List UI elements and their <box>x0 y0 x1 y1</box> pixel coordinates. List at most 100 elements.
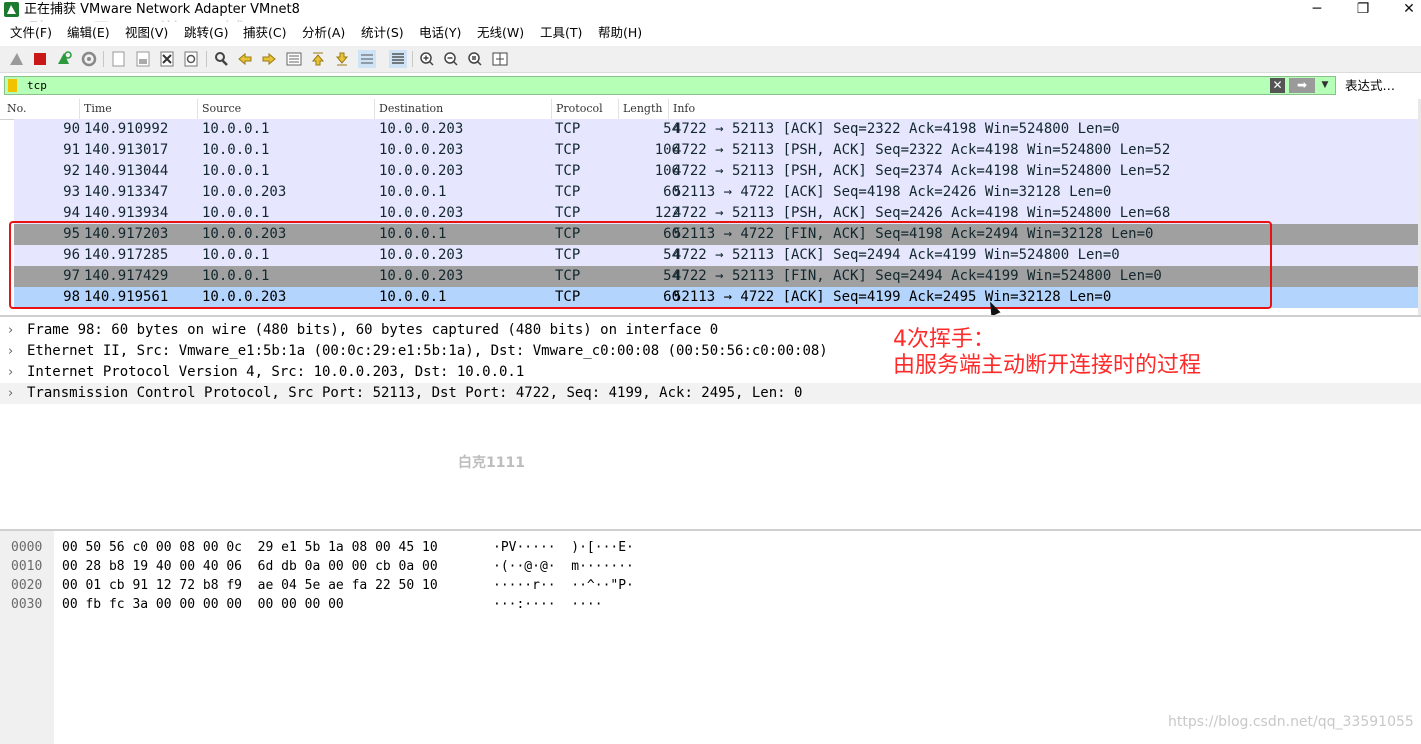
open-file-icon[interactable] <box>110 50 128 68</box>
filter-text[interactable]: tcp <box>27 79 47 93</box>
chevron-down-icon[interactable]: ▼ <box>1318 78 1332 93</box>
colorize-icon[interactable] <box>389 50 407 68</box>
column-header-time[interactable]: Time <box>84 102 112 116</box>
highlight-box <box>9 221 1272 309</box>
bookmark-icon[interactable] <box>8 79 17 92</box>
stop-icon[interactable] <box>31 50 49 68</box>
packet-cell-proto: TCP <box>555 121 581 137</box>
packet-cell-time: 140.913347 <box>84 184 169 200</box>
close-button[interactable]: ✕ <box>1386 0 1421 20</box>
last-packet-icon[interactable] <box>333 50 351 68</box>
toolbar-separator <box>206 51 207 67</box>
clear-filter-icon[interactable]: ✕ <box>1270 78 1285 93</box>
packet-cell-info: 4722 → 52113 [ACK] Seq=2322 Ack=4198 Win… <box>673 121 1120 137</box>
restart-icon[interactable] <box>55 50 73 68</box>
detail-row-ethernet[interactable]: › Ethernet II, Src: Vmware_e1:5b:1a (00:… <box>0 341 1421 362</box>
detail-row-frame[interactable]: › Frame 98: 60 bytes on wire (480 bits),… <box>0 320 1421 341</box>
toolbar-separator <box>103 51 104 67</box>
packet-cell-proto: TCP <box>555 163 581 179</box>
column-header-protocol[interactable]: Protocol <box>556 102 603 116</box>
menu-view[interactable]: 视图(V) <box>125 25 168 41</box>
csdn-watermark: https://blog.csdn.net/qq_33591055 <box>1168 714 1414 730</box>
packet-row[interactable]: 92 140.913044 10.0.0.1 10.0.0.203 TCP 106 4722… <box>14 161 1419 182</box>
wireshark-logo-icon <box>4 2 19 17</box>
restore-button[interactable]: ❐ <box>1340 0 1386 20</box>
packet-details-pane: › Frame 98: 60 bytes on wire (480 bits),… <box>0 315 1421 529</box>
annotation-title: 4次挥手： <box>893 327 995 352</box>
bytes-row: 0030 00 fb fc 3a 00 00 00 00 00 00 00 00… <box>11 597 603 612</box>
packet-cell-src: 10.0.0.1 <box>202 205 270 221</box>
packet-cell-time: 140.913934 <box>84 205 169 221</box>
expression-button[interactable]: 表达式… <box>1345 78 1395 94</box>
column-header-source[interactable]: Source <box>202 102 241 116</box>
packet-cell-no: 90 <box>63 121 80 137</box>
packet-row[interactable]: 91 140.913017 10.0.0.1 10.0.0.203 TCP 106 4722… <box>14 140 1419 161</box>
menu-help[interactable]: 帮助(H) <box>598 25 642 41</box>
column-header-info[interactable]: Info <box>673 102 695 116</box>
packet-cell-dst: 10.0.0.203 <box>379 121 464 137</box>
bytes-row: 0000 00 50 56 c0 00 08 00 0c 29 e1 5b 1a… <box>11 540 634 555</box>
save-file-icon[interactable] <box>134 50 152 68</box>
shark-fin-icon[interactable] <box>8 50 26 68</box>
display-filter-input[interactable]: tcp ✕ ➡ ▼ <box>4 76 1336 95</box>
menu-file[interactable]: 文件(F) <box>10 25 52 41</box>
packet-cell-info: 52113 → 4722 [ACK] Seq=4198 Ack=2426 Win… <box>673 184 1112 200</box>
forward-icon[interactable] <box>260 50 278 68</box>
packet-cell-info: 4722 → 52113 [PSH, ACK] Seq=2374 Ack=419… <box>673 163 1171 179</box>
column-header-destination[interactable]: Destination <box>379 102 443 116</box>
menu-capture[interactable]: 捕获(C) <box>243 25 286 41</box>
chevron-right-icon[interactable]: › <box>8 364 13 381</box>
find-icon[interactable] <box>212 50 230 68</box>
packet-cell-time: 140.910992 <box>84 121 169 137</box>
column-header-length[interactable]: Length <box>623 102 662 116</box>
menu-tools[interactable]: 工具(T) <box>540 25 582 41</box>
packet-cell-dst: 10.0.0.203 <box>379 205 464 221</box>
packet-list-header: No. Time Source Destination Protocol Len… <box>0 99 1421 120</box>
packet-cell-info: 4722 → 52113 [PSH, ACK] Seq=2426 Ack=419… <box>673 205 1171 221</box>
packet-cell-proto: TCP <box>555 205 581 221</box>
menu-go[interactable]: 跳转(G) <box>184 25 228 41</box>
zoom-normal-icon[interactable] <box>466 50 484 68</box>
bytes-row: 0020 00 01 cb 91 12 72 b8 f9 ae 04 5e ae… <box>11 578 634 593</box>
menu-wireless[interactable]: 无线(W) <box>477 25 524 41</box>
packet-row[interactable]: 93 140.913347 10.0.0.203 10.0.0.1 TCP 60 52113… <box>14 182 1419 203</box>
packet-cell-src: 10.0.0.1 <box>202 142 270 158</box>
author-watermark: 白克1111 <box>458 455 525 471</box>
menu-bar: 文件(F) 编辑(E) 视图(V) 跳转(G) 捕获(C) 分析(A) 统计(S… <box>0 22 1421 44</box>
menu-analyze[interactable]: 分析(A) <box>302 25 345 41</box>
reload-icon[interactable] <box>182 50 200 68</box>
goto-icon[interactable] <box>285 50 303 68</box>
chevron-right-icon[interactable]: › <box>8 385 13 402</box>
packet-cell-src: 10.0.0.1 <box>202 121 270 137</box>
zoom-in-icon[interactable] <box>418 50 436 68</box>
chevron-right-icon[interactable]: › <box>8 343 13 360</box>
resize-columns-icon[interactable] <box>491 50 509 68</box>
packet-cell-no: 92 <box>63 163 80 179</box>
first-packet-icon[interactable] <box>309 50 327 68</box>
packet-cell-time: 140.913044 <box>84 163 169 179</box>
packet-cell-dst: 10.0.0.203 <box>379 163 464 179</box>
toolbar-separator <box>412 51 413 67</box>
column-header-no[interactable]: No. <box>7 102 27 116</box>
chevron-right-icon[interactable]: › <box>8 322 13 339</box>
options-gear-icon[interactable] <box>80 50 98 68</box>
detail-row-ip[interactable]: › Internet Protocol Version 4, Src: 10.0… <box>0 362 1421 383</box>
packet-bytes-pane: 0000 00 50 56 c0 00 08 00 0c 29 e1 5b 1a… <box>0 529 1421 744</box>
packet-cell-src: 10.0.0.1 <box>202 163 270 179</box>
close-file-icon[interactable] <box>158 50 176 68</box>
menu-edit[interactable]: 编辑(E) <box>67 25 110 41</box>
packet-cell-dst: 10.0.0.203 <box>379 142 464 158</box>
menu-statistics[interactable]: 统计(S) <box>361 25 404 41</box>
menu-telephony[interactable]: 电话(Y) <box>419 25 461 41</box>
packet-row[interactable]: 90 140.910992 10.0.0.1 10.0.0.203 TCP 54 4722 … <box>14 119 1419 140</box>
packet-cell-time: 140.913017 <box>84 142 169 158</box>
display-filter-bar: tcp ✕ ➡ ▼ 表达式… <box>0 74 1421 98</box>
minimize-button[interactable]: ─ <box>1294 0 1340 20</box>
zoom-out-icon[interactable] <box>442 50 460 68</box>
detail-row-tcp[interactable]: › Transmission Control Protocol, Src Por… <box>0 383 1421 404</box>
apply-filter-arrow-icon[interactable]: ➡ <box>1289 78 1315 93</box>
packet-cell-dst: 10.0.0.1 <box>379 184 447 200</box>
back-icon[interactable] <box>236 50 254 68</box>
autoscroll-icon[interactable] <box>358 50 376 68</box>
annotation-subtitle: 由服务端主动断开连接时的过程 <box>893 353 1202 378</box>
